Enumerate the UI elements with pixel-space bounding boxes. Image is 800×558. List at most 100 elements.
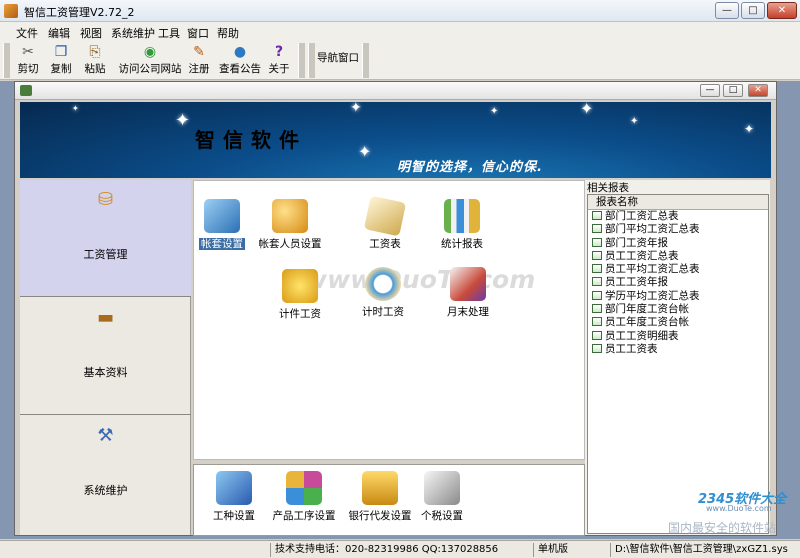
navigation-window-titlebar: — □ ✕ [15,82,776,100]
bank-payroll-settings-label: 银行代发设置 [348,510,412,522]
about-button[interactable]: ? 关于 [266,42,292,78]
star-icon: ✦ [72,104,79,113]
nav-system-maintenance[interactable]: ⚒ 系统维护 [20,416,191,533]
month-end-label: 月末处理 [447,306,489,318]
calculator-icon [424,471,460,505]
data-file-path: D:\智信软件\智信工资管理\zxGZ1.sys [610,543,798,557]
income-tax-settings-button[interactable]: 个税设置 [406,471,478,523]
visit-website-button[interactable]: ◉ 访问公司网站 [118,42,182,78]
inner-minimize-button[interactable]: — [700,84,720,97]
report-item[interactable]: 部门工资汇总表 [588,210,768,223]
about-label: 关于 [268,63,290,75]
close-button[interactable]: ✕ [767,2,797,19]
mdi-area: — □ ✕ ✦ ✦ ✦ ✦ ✦ ✦ ✦ ✦ 智信软件 明智的选择，信心的保. ⛁… [0,81,800,539]
nav-basic-data[interactable]: ▬ 基本资料 [20,298,191,415]
nav-salary-management[interactable]: ⛁ 工资管理 [20,180,191,297]
inner-restore-button[interactable]: □ [723,84,743,97]
site-branding: 2345软件大全 www.DuoTe.com 国内最安全的软件站 [654,486,800,540]
income-tax-settings-label: 个税设置 [421,510,463,522]
app-icon [4,4,18,18]
report-item[interactable]: 学历平均工资汇总表 [588,290,768,303]
related-reports-header: 相关报表 [587,182,629,194]
related-reports-pane: 相关报表 报表名称 部门工资汇总表 部门平均工资汇总表 部门工资年报 员工工资汇… [585,180,770,535]
settings-panel: 工种设置 产品工序设置 银行代发设置 个税设置 [193,464,585,536]
salary-icon: ⛁ [97,189,114,210]
report-item[interactable]: 部门年度工资台帐 [588,303,768,316]
month-end-button[interactable]: 月末处理 [432,267,504,319]
maximize-button[interactable]: □ [741,2,765,19]
report-item[interactable]: 员工年度工资台帐 [588,316,768,329]
toolbar-chevron-2[interactable] [362,43,369,78]
nav-salary-management-label: 工资管理 [83,248,128,261]
report-icon [592,304,602,314]
report-icon [592,250,602,260]
star-icon: ✦ [630,116,639,127]
toolbar-grip-2[interactable] [308,43,315,78]
product-process-settings-button[interactable]: 产品工序设置 [264,471,344,523]
menu-bar: 文件 编辑 视图 系统维护 工具 窗口 帮助 [0,22,800,40]
toolbar-grip[interactable] [3,43,10,78]
view-notice-button[interactable]: ● 查看公告 [217,42,263,78]
paste-button[interactable]: ⎘ 粘贴 [80,42,110,78]
cut-button[interactable]: ✂ 剪切 [13,42,43,78]
star-icon: ✦ [490,106,499,117]
title-bar: 智信工资管理V2.72_2 — □ ✕ [0,0,800,22]
paste-label: 粘贴 [84,63,106,75]
payroll-icon [363,195,407,237]
scissors-icon: ✂ [22,44,34,60]
window-title: 智信工资管理V2.72_2 [24,6,135,19]
report-icon [592,330,602,340]
register-label: 注册 [188,63,210,75]
support-info: 技术支持电话：020-82319986 QQ:137028856 [270,543,530,557]
website-icon: ◉ [143,44,157,60]
account-set-button[interactable]: 帐套设置 [186,199,258,251]
payroll-label: 工资表 [369,238,401,250]
paste-icon: ⎘ [89,44,101,60]
report-item[interactable]: 员工工资汇总表 [588,250,768,263]
book-icon: ▬ [96,307,114,328]
piecework-wage-button[interactable]: 计件工资 [264,269,336,321]
status-bar: 技术支持电话：020-82319986 QQ:137028856 单机版 D:\… [0,540,800,558]
register-button[interactable]: ✎ 注册 [185,42,213,78]
globe-icon: ● [233,44,247,60]
payroll-button[interactable]: 工资表 [349,195,421,251]
help-icon: ? [274,44,284,60]
toolbar-chevron[interactable] [298,43,305,78]
copy-button[interactable]: ❐ 复制 [46,42,76,78]
tools-icon: ⚒ [97,425,114,446]
report-item[interactable]: 员工工资年报 [588,276,768,289]
piecework-icon [282,269,318,303]
window-icon [20,85,32,96]
edition-mode: 单机版 [533,543,609,557]
report-name-column-header[interactable]: 报表名称 [588,195,768,210]
account-staff-button[interactable]: 帐套人员设置 [254,199,326,251]
minimize-button[interactable]: — [715,2,739,19]
report-icon [592,277,602,287]
month-end-icon [450,267,486,301]
branding-tagline: 国内最安全的软件站 [668,521,777,535]
star-icon: ✦ [350,102,362,116]
account-set-label: 帐套设置 [199,238,245,250]
report-item[interactable]: 员工工资表 [588,343,768,356]
visit-website-label: 访问公司网站 [118,63,182,75]
star-icon: ✦ [358,142,372,161]
nav-basic-data-label: 基本资料 [83,366,128,379]
hourly-wage-label: 计时工资 [362,306,404,318]
inner-close-button[interactable]: ✕ [748,84,768,97]
report-icon [592,224,602,234]
report-item[interactable]: 员工平均工资汇总表 [588,263,768,276]
copy-icon: ❐ [54,44,68,60]
statistics-report-button[interactable]: 统计报表 [426,199,498,251]
report-icon [592,343,602,353]
report-icon [592,237,602,247]
cut-label: 剪切 [17,63,39,75]
job-type-settings-button[interactable]: 工种设置 [198,471,270,523]
view-notice-label: 查看公告 [219,63,261,75]
star-icon: ✦ [175,110,191,131]
report-item[interactable]: 员工工资明细表 [588,330,768,343]
report-icon [592,211,602,220]
banner: ✦ ✦ ✦ ✦ ✦ ✦ ✦ ✦ 智信软件 明智的选择，信心的保. [20,102,771,178]
hourly-wage-button[interactable]: 计时工资 [347,267,419,319]
report-item[interactable]: 部门工资年报 [588,237,768,250]
report-item[interactable]: 部门平均工资汇总表 [588,223,768,236]
